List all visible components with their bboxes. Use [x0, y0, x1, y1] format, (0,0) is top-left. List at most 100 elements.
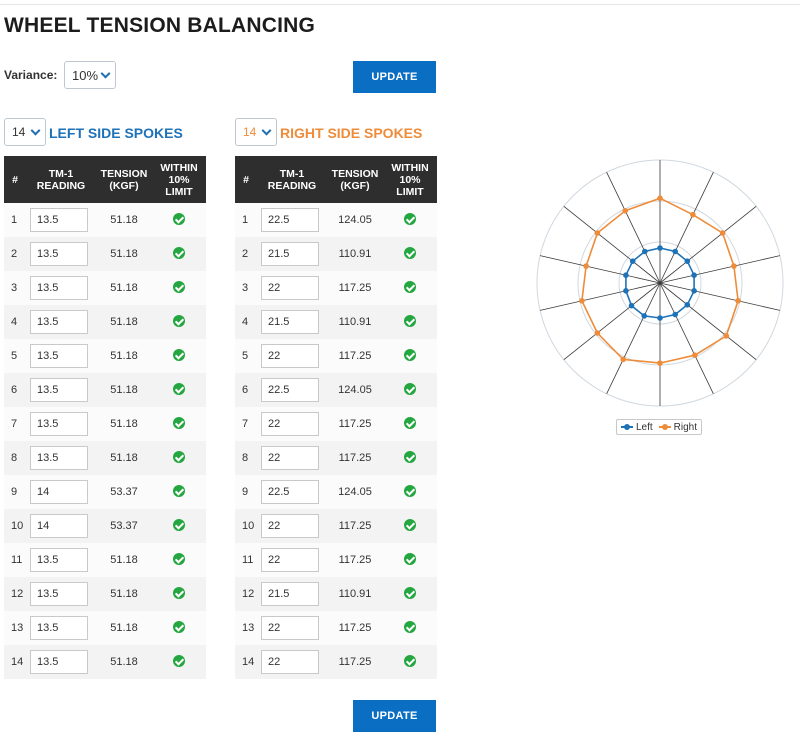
reading-cell: 22: [257, 412, 327, 436]
update-button-top[interactable]: UPDATE: [353, 61, 436, 93]
reading-input[interactable]: 13.5: [30, 378, 88, 402]
reading-input[interactable]: 21.5: [261, 582, 319, 606]
spoke-number: 7: [242, 418, 249, 430]
spoke-number: 5: [242, 350, 249, 362]
limit-cell: [383, 586, 437, 602]
reading-input[interactable]: 22.5: [261, 480, 319, 504]
reading-input[interactable]: 13.5: [30, 208, 88, 232]
check-circle-icon: [173, 212, 185, 225]
reading-input[interactable]: 21.5: [261, 242, 319, 266]
limit-cell: [383, 654, 437, 670]
update-button-bottom[interactable]: UPDATE: [353, 700, 436, 732]
check-circle-icon: [173, 586, 185, 599]
reading-input[interactable]: 22: [261, 344, 319, 368]
table-row: 7 13.5 51.18: [4, 407, 206, 441]
spoke-number: 11: [11, 554, 23, 566]
reading-input[interactable]: 21.5: [261, 310, 319, 334]
right-spoke-count-select[interactable]: 14: [235, 118, 277, 146]
reading-input[interactable]: 13.5: [30, 650, 88, 674]
table-row: 10 22 117.25: [235, 509, 437, 543]
radar-point-left: [629, 258, 636, 264]
radar-point-left: [642, 248, 648, 255]
spoke-number: 10: [11, 520, 24, 532]
tension-value: 51.18: [110, 656, 138, 668]
reading-input[interactable]: 13.5: [30, 412, 88, 436]
reading-cell: 22: [257, 650, 327, 674]
check-circle-icon: [404, 552, 416, 565]
radar-point-right: [692, 352, 698, 358]
left-spoke-count-select[interactable]: 14: [4, 118, 46, 146]
table-row: 6 13.5 51.18: [4, 373, 206, 407]
reading-input[interactable]: 13.5: [30, 344, 88, 368]
reading-input[interactable]: 22: [261, 514, 319, 538]
check-circle-icon: [173, 450, 185, 463]
chart-legend[interactable]: Left Right: [616, 419, 702, 435]
reading-input[interactable]: 13.5: [30, 548, 88, 572]
spoke-number: 1: [11, 214, 18, 226]
reading-input[interactable]: 13.5: [30, 276, 88, 300]
radar-point-right: [620, 356, 626, 363]
limit-cell: [383, 620, 437, 636]
variance-label: Variance:: [4, 68, 58, 82]
table-row: 11 22 117.25: [235, 543, 437, 577]
radar-point-left: [623, 272, 629, 278]
legend-item-right[interactable]: Right: [658, 422, 697, 433]
right-spokes-table: # TM-1 READING TENSION (KGF) WITHIN 10% LIMI…: [235, 156, 437, 679]
tension-radar-chart: [535, 158, 785, 408]
reading-cell: 21.5: [257, 582, 327, 606]
reading-cell: 22.5: [257, 480, 327, 504]
chevron-down-icon: [261, 125, 272, 136]
tension-value: 117.25: [338, 554, 372, 566]
limit-cell: [383, 280, 437, 296]
reading-input[interactable]: 22: [261, 650, 319, 674]
legend-item-left[interactable]: Left: [620, 422, 653, 433]
reading-input[interactable]: 13.5: [30, 582, 88, 606]
tension-value: 51.18: [110, 282, 138, 294]
reading-input[interactable]: 22.5: [261, 208, 319, 232]
tension-value: 51.18: [110, 384, 138, 396]
reading-cell: 22: [257, 548, 327, 572]
tension-value: 51.18: [110, 554, 138, 566]
reading-input[interactable]: 22: [261, 446, 319, 470]
spoke-number: 13: [242, 622, 255, 634]
reading-input[interactable]: 22: [261, 548, 319, 572]
reading-input[interactable]: 22: [261, 276, 319, 300]
check-circle-icon: [404, 450, 416, 463]
limit-cell: [152, 348, 206, 364]
header-reading: TM-1 READING: [36, 167, 86, 192]
tension-value: 110.91: [338, 316, 372, 328]
reading-input[interactable]: 22: [261, 616, 319, 640]
table-row: 9 22.5 124.05: [235, 475, 437, 509]
reading-input[interactable]: 22.5: [261, 378, 319, 402]
radar-point-left: [684, 302, 691, 308]
variance-value: 10%: [72, 67, 99, 83]
spoke-number: 14: [242, 656, 255, 668]
reading-input[interactable]: 13.5: [30, 242, 88, 266]
radar-spoke-line: [539, 255, 661, 284]
legend-left-marker: [620, 423, 633, 431]
table-row: 6 22.5 124.05: [235, 373, 437, 407]
reading-input[interactable]: 13.5: [30, 310, 88, 334]
header-tension: TENSION (KGF): [331, 167, 379, 192]
reading-cell: 22.5: [257, 378, 327, 402]
limit-cell: [383, 314, 437, 330]
limit-cell: [383, 416, 437, 432]
reading-input[interactable]: 14: [30, 514, 88, 538]
check-circle-icon: [173, 552, 185, 565]
reading-input[interactable]: 13.5: [30, 616, 88, 640]
reading-input[interactable]: 14: [30, 480, 88, 504]
reading-input[interactable]: 22: [261, 412, 319, 436]
tension-value: 51.18: [110, 452, 138, 464]
check-circle-icon: [404, 280, 416, 293]
legend-right-marker: [658, 423, 671, 431]
variance-select[interactable]: 10%: [64, 61, 116, 89]
table-row: 4 21.5 110.91: [235, 305, 437, 339]
reading-cell: 22: [257, 514, 327, 538]
tension-value: 117.25: [338, 520, 372, 532]
radar-point-left: [657, 315, 663, 321]
reading-input[interactable]: 13.5: [30, 446, 88, 470]
check-circle-icon: [173, 416, 185, 429]
check-circle-icon: [173, 280, 185, 293]
table-row: 12 21.5 110.91: [235, 577, 437, 611]
reading-cell: 13.5: [26, 412, 96, 436]
